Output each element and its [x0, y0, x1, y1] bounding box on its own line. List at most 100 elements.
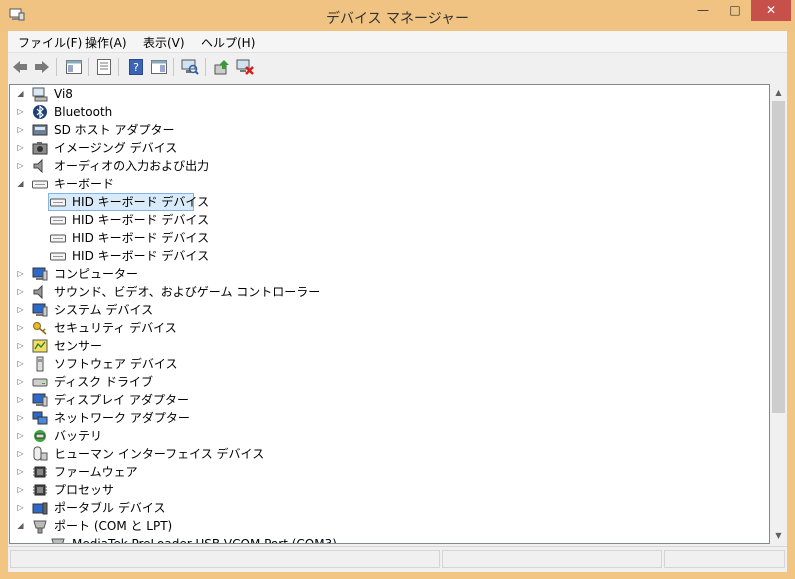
collapsed-chevron-icon[interactable]: ▷ [16, 121, 25, 139]
scroll-thumb[interactable] [772, 101, 785, 413]
menu-action[interactable]: 操作(A) [85, 34, 127, 51]
tree-category-row[interactable]: ▷ ネットワーク アダプター [10, 409, 750, 427]
network-icon [32, 411, 48, 425]
camera-icon [32, 142, 48, 155]
collapsed-chevron-icon[interactable]: ▷ [16, 391, 25, 409]
uninstall-device-icon[interactable] [236, 58, 254, 76]
properties-icon[interactable] [95, 58, 113, 76]
maximize-button[interactable]: □ [720, 0, 750, 21]
collapsed-chevron-icon[interactable]: ▷ [16, 463, 25, 481]
hid-icon [33, 446, 48, 461]
tree-root[interactable]: ◢ Vi8 [10, 85, 750, 103]
keyboard-icon [50, 234, 66, 243]
expanded-chevron-icon[interactable]: ◢ [16, 517, 25, 535]
collapsed-chevron-icon[interactable]: ▷ [16, 103, 25, 121]
tree-category-row[interactable]: ▷ システム デバイス [10, 301, 750, 319]
scroll-down-button[interactable]: ▼ [770, 527, 787, 544]
scan-hardware-changes-icon[interactable] [181, 58, 199, 76]
device-manager-window: デバイス マネージャー — □ ✕ ファイル(F) 操作(A) 表示(V) ヘル… [0, 0, 795, 579]
status-pane [664, 550, 785, 568]
collapsed-chevron-icon[interactable]: ▷ [16, 409, 25, 427]
tree-item-label: センサー [54, 339, 103, 353]
tree-root-label: Vi8 [54, 87, 73, 101]
svg-text:?: ? [133, 61, 139, 74]
tree-item-label: SD ホスト アダプター [54, 123, 175, 137]
collapsed-chevron-icon[interactable]: ▷ [16, 427, 25, 445]
tree-item-label: ファームウェア [54, 465, 138, 479]
toolbar-separator [88, 58, 89, 76]
tree-category-row[interactable]: ▷ サウンド、ビデオ、およびゲーム コントローラー [10, 283, 750, 301]
tree-item-label: ソフトウェア デバイス [54, 357, 178, 371]
status-pane [10, 550, 440, 568]
tree-category-row[interactable]: ▷ コンピューター [10, 265, 750, 283]
toolbar-separator [205, 58, 206, 76]
expanded-chevron-icon[interactable]: ◢ [16, 175, 25, 193]
tree-item-label: ポート (COM と LPT) [54, 519, 173, 533]
collapsed-chevron-icon[interactable]: ▷ [16, 265, 25, 283]
collapsed-chevron-icon[interactable]: ▷ [16, 337, 25, 355]
tree-category-row[interactable]: ◢ ポート (COM と LPT) [10, 517, 750, 535]
tree-category-row[interactable]: ◢ キーボード [10, 175, 750, 193]
tree-category-row[interactable]: ▷ ソフトウェア デバイス [10, 355, 750, 373]
tree-item-label: バッテリ [54, 429, 103, 443]
collapsed-chevron-icon[interactable]: ▷ [16, 301, 25, 319]
tree-category-row[interactable]: ▷ ディスプレイ アダプター [10, 391, 750, 409]
menu-view[interactable]: 表示(V) [143, 34, 185, 51]
tree-category-row[interactable]: ▷ センサー [10, 337, 750, 355]
monitor-icon [32, 267, 48, 281]
tree-category-row[interactable]: ▷ Bluetooth [10, 103, 750, 121]
toolbar-separator [173, 58, 174, 76]
collapsed-chevron-icon[interactable]: ▷ [16, 139, 25, 157]
update-driver-icon[interactable] [213, 58, 231, 76]
monitor-icon [32, 393, 48, 407]
tree-item-label: コンピューター [54, 267, 139, 281]
help-icon[interactable]: ? [127, 58, 145, 76]
collapsed-chevron-icon[interactable]: ▷ [16, 319, 25, 337]
menu-bar: ファイル(F) 操作(A) 表示(V) ヘルプ(H) [8, 31, 787, 52]
vertical-scrollbar[interactable]: ▲ ▼ [770, 84, 787, 544]
tree-device-row[interactable]: HID キーボード デバイス [10, 229, 750, 247]
expanded-chevron-icon[interactable]: ◢ [16, 85, 25, 103]
tree-category-row[interactable]: ▷ セキュリティ デバイス [10, 319, 750, 337]
forward-arrow-icon[interactable] [33, 58, 51, 76]
collapsed-chevron-icon[interactable]: ▷ [16, 157, 25, 175]
tree-device-row[interactable]: HID キーボード デバイス [10, 211, 750, 229]
tree-category-row[interactable]: ▷ SD ホスト アダプター [10, 121, 750, 139]
tree-category-row[interactable]: ▷ オーディオの入力および出力 [10, 157, 750, 175]
tree-item-label: プロセッサ [54, 483, 115, 497]
tree-category-row[interactable]: ▷ ディスク ドライブ [10, 373, 750, 391]
tree-device-row[interactable]: MediaTek PreLoader USB VCOM Port (COM3) [10, 535, 750, 543]
collapsed-chevron-icon[interactable]: ▷ [16, 499, 25, 517]
tree-category-row[interactable]: ▷ イメージング デバイス [10, 139, 750, 157]
collapsed-chevron-icon[interactable]: ▷ [16, 355, 25, 373]
title-bar[interactable]: デバイス マネージャー — □ ✕ [0, 0, 795, 32]
collapsed-chevron-icon[interactable]: ▷ [16, 481, 25, 499]
collapsed-chevron-icon[interactable]: ▷ [16, 283, 25, 301]
keyboard-icon [50, 198, 66, 207]
show-action-pane-icon[interactable] [150, 58, 168, 76]
collapsed-chevron-icon[interactable]: ▷ [16, 445, 25, 463]
chip-icon [33, 484, 47, 496]
device-tree[interactable]: ◢ Vi8 ▷ Bluetooth ▷ SD ホスト アダプター ▷ イメージング デバイ… [9, 84, 770, 544]
battery-icon [34, 430, 46, 442]
minimize-button[interactable]: — [688, 0, 718, 21]
scroll-up-button[interactable]: ▲ [770, 84, 787, 101]
tree-category-row[interactable]: ▷ ファームウェア [10, 463, 750, 481]
menu-help[interactable]: ヘルプ(H) [201, 34, 255, 51]
keyboard-icon [32, 180, 48, 189]
collapsed-chevron-icon[interactable]: ▷ [16, 373, 25, 391]
tree-category-row[interactable]: ▷ ヒューマン インターフェイス デバイス [10, 445, 750, 463]
window-title: デバイス マネージャー [325, 11, 470, 27]
sd-host-icon [32, 124, 48, 136]
show-hide-console-tree-icon[interactable] [65, 58, 83, 76]
back-arrow-icon[interactable] [11, 58, 29, 76]
tree-item-label: ディスク ドライブ [54, 375, 153, 389]
tree-category-row[interactable]: ▷ ポータブル デバイス [10, 499, 750, 517]
tree-category-row[interactable]: ▷ プロセッサ [10, 481, 750, 499]
tree-device-row[interactable]: HID キーボード デバイス [10, 193, 750, 211]
speaker-icon [33, 158, 43, 174]
menu-file[interactable]: ファイル(F) [18, 34, 82, 51]
close-button[interactable]: ✕ [751, 0, 791, 21]
tree-device-row[interactable]: HID キーボード デバイス [10, 247, 750, 265]
tree-category-row[interactable]: ▷ バッテリ [10, 427, 750, 445]
